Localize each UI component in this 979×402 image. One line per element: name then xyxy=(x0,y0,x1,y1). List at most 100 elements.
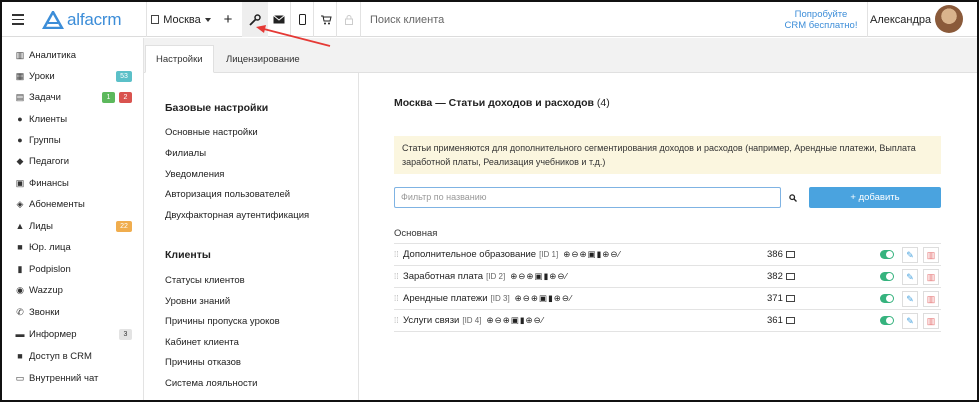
lock-icon: ■ xyxy=(17,351,23,361)
filter-input[interactable]: Фильтр по названию xyxy=(394,187,781,208)
active-toggle[interactable] xyxy=(880,272,894,281)
sidebar-item-teachers[interactable]: ◆ Педагоги xyxy=(14,152,138,170)
logo-mark-icon xyxy=(42,10,64,29)
edit-icon[interactable]: ✎ xyxy=(902,269,918,285)
building-icon xyxy=(151,15,160,24)
main-content: Москва — Статьи доходов и расходов (4) С… xyxy=(360,73,977,400)
active-toggle[interactable] xyxy=(880,250,894,259)
sidebar-item-lessons[interactable]: ▦ Уроки 53 xyxy=(14,67,138,85)
sidebar-item-label: Финансы xyxy=(29,177,69,189)
search-icon[interactable] xyxy=(784,187,802,208)
avatar[interactable] xyxy=(935,5,963,33)
logo[interactable]: alfacrm xyxy=(42,2,142,37)
sidebar-item-informer[interactable]: ▬ Информер 3 xyxy=(14,325,138,343)
row-count: 361 xyxy=(767,315,795,326)
table-row[interactable]: ⁞⁞ Заработная плата [ID 2] ⊕⊖⊕▣▮⊕⊖⁄ 382 … xyxy=(394,266,941,288)
menu-item-client-statuses[interactable]: Статусы клиентов xyxy=(165,275,245,286)
sidebar-item-clients[interactable]: ● Клиенты xyxy=(14,110,138,128)
add-icon[interactable]: + xyxy=(216,2,240,37)
sidebar-item-tasks[interactable]: ▤ Задачи 1 2 xyxy=(14,88,138,106)
divider xyxy=(336,2,337,37)
drag-handle-icon[interactable]: ⁞⁞ xyxy=(394,250,402,259)
sidebar-item-podpislon[interactable]: ▮ Podpislon xyxy=(14,260,138,278)
chevron-down-icon xyxy=(204,17,211,22)
menu-item-notifications[interactable]: Уведомления xyxy=(165,169,224,180)
menu-item-branches[interactable]: Филиалы xyxy=(165,148,206,159)
menu-item-user-auth[interactable]: Авторизация пользователей xyxy=(165,189,290,200)
sidebar-item-wazzup[interactable]: ◉ Wazzup xyxy=(14,281,138,299)
sidebar-item-label: Лиды xyxy=(29,220,53,232)
menu-item-knowledge-levels[interactable]: Уровни знаний xyxy=(165,296,230,307)
sidebar-item-internal-chat[interactable]: ▭ Внутренний чат xyxy=(14,369,138,387)
tag-icon: ◈ xyxy=(16,198,24,209)
sidebar-item-label: Wazzup xyxy=(29,284,63,296)
money-icon xyxy=(785,316,795,324)
page-title-text: Москва — Статьи доходов и расходов xyxy=(394,97,594,109)
menu-burger-icon[interactable] xyxy=(6,2,30,37)
delete-icon[interactable]: ▥ xyxy=(923,291,939,307)
city-selector[interactable]: Москва xyxy=(147,2,215,37)
sidebar: ▥ Аналитика ▦ Уроки 53 ▤ Задачи 1 2 ● Клиенты ●… xyxy=(2,38,144,400)
calendar-icon: ▦ xyxy=(15,70,25,81)
app-window: alfacrm Москва + Поиск клиента Попробуйт… xyxy=(0,0,979,402)
try-crm-link[interactable]: Попробуйте CRM бесплатно! xyxy=(778,2,864,37)
sidebar-item-finance[interactable]: ▣ Финансы xyxy=(14,174,138,192)
mobile-icon[interactable] xyxy=(291,2,313,37)
delete-icon[interactable]: ▥ xyxy=(923,269,939,285)
sidebar-item-label: Задачи xyxy=(29,91,61,103)
page-title-count: (4) xyxy=(596,97,610,109)
add-button[interactable]: + добавить xyxy=(809,187,941,208)
sidebar-item-leads[interactable]: ▲ Лиды 22 xyxy=(14,217,138,235)
menu-item-refusal-reasons[interactable]: Причины отказов xyxy=(165,357,241,368)
menu-item-loyalty[interactable]: Система лояльности xyxy=(165,378,257,389)
table-row[interactable]: ⁞⁞ Арендные платежи [ID 3] ⊕⊖⊕▣▮⊕⊖⁄ 371 … xyxy=(394,288,941,310)
sidebar-item-analytics[interactable]: ▥ Аналитика xyxy=(14,46,138,64)
drag-handle-icon[interactable]: ⁞⁞ xyxy=(394,294,402,303)
active-toggle[interactable] xyxy=(880,294,894,303)
sidebar-item-crm-access[interactable]: ■ Доступ в CRM xyxy=(14,347,138,365)
book-icon: ▥ xyxy=(15,49,25,60)
row-count-value: 382 xyxy=(767,271,783,282)
tasks-icon: ▤ xyxy=(15,91,25,102)
sidebar-item-calls[interactable]: ✆ Звонки xyxy=(14,303,138,321)
tab-settings[interactable]: Настройки xyxy=(145,45,214,73)
divider xyxy=(867,2,868,37)
menu-item-main-settings[interactable]: Основные настройки xyxy=(165,127,258,138)
client-search-input[interactable]: Поиск клиента xyxy=(370,2,520,37)
row-id: [ID 3] xyxy=(490,294,510,303)
delete-icon[interactable]: ▥ xyxy=(923,247,939,263)
edit-icon[interactable]: ✎ xyxy=(902,313,918,329)
delete-icon[interactable]: ▥ xyxy=(923,313,939,329)
mail-icon[interactable] xyxy=(267,2,291,37)
whatsapp-icon: ◉ xyxy=(16,284,24,295)
menu-item-client-cabinet[interactable]: Кабинет клиента xyxy=(165,337,239,348)
sidebar-item-subscriptions[interactable]: ◈ Абонементы xyxy=(14,195,138,213)
lock-icon[interactable] xyxy=(338,2,360,37)
leads-badge: 22 xyxy=(116,220,132,232)
tab-licensing[interactable]: Лицензирование xyxy=(216,45,310,73)
sidebar-item-label: Аналитика xyxy=(29,49,77,61)
sidebar-item-legal[interactable]: ■ Юр. лица xyxy=(14,238,138,256)
money-icon xyxy=(785,250,795,258)
user-name[interactable]: Александра xyxy=(870,2,934,37)
table-row[interactable]: ⁞⁞ Услуги связи [ID 4] ⊕⊖⊕▣▮⊕⊖⁄ 361 ✎ ▥ xyxy=(394,310,941,332)
row-count-value: 361 xyxy=(767,315,783,326)
sidebar-item-groups[interactable]: ● Группы xyxy=(14,131,138,149)
row-flags: ⊕⊖⊕▣▮⊕⊖⁄ xyxy=(514,293,573,303)
wrench-icon[interactable] xyxy=(242,2,268,37)
city-label: Москва xyxy=(163,13,201,26)
table-row[interactable]: ⁞⁞ Дополнительное образование [ID 1] ⊕⊖⊕… xyxy=(394,244,941,266)
drag-handle-icon[interactable]: ⁞⁞ xyxy=(394,316,402,325)
try-line-2: CRM бесплатно! xyxy=(784,19,858,31)
active-toggle[interactable] xyxy=(880,316,894,325)
drag-handle-icon[interactable]: ⁞⁞ xyxy=(394,272,402,281)
menu-item-2fa[interactable]: Двухфакторная аутентификация xyxy=(165,210,309,221)
cart-icon[interactable] xyxy=(315,2,337,37)
edit-icon[interactable]: ✎ xyxy=(902,247,918,263)
row-id: [ID 2] xyxy=(486,272,506,281)
row-name: Дополнительное образование xyxy=(403,249,537,260)
sidebar-item-label: Педагоги xyxy=(29,155,70,167)
menu-item-skip-reasons[interactable]: Причины пропуска уроков xyxy=(165,316,280,327)
edit-icon[interactable]: ✎ xyxy=(902,291,918,307)
graduation-cap-icon: ◆ xyxy=(16,155,24,166)
